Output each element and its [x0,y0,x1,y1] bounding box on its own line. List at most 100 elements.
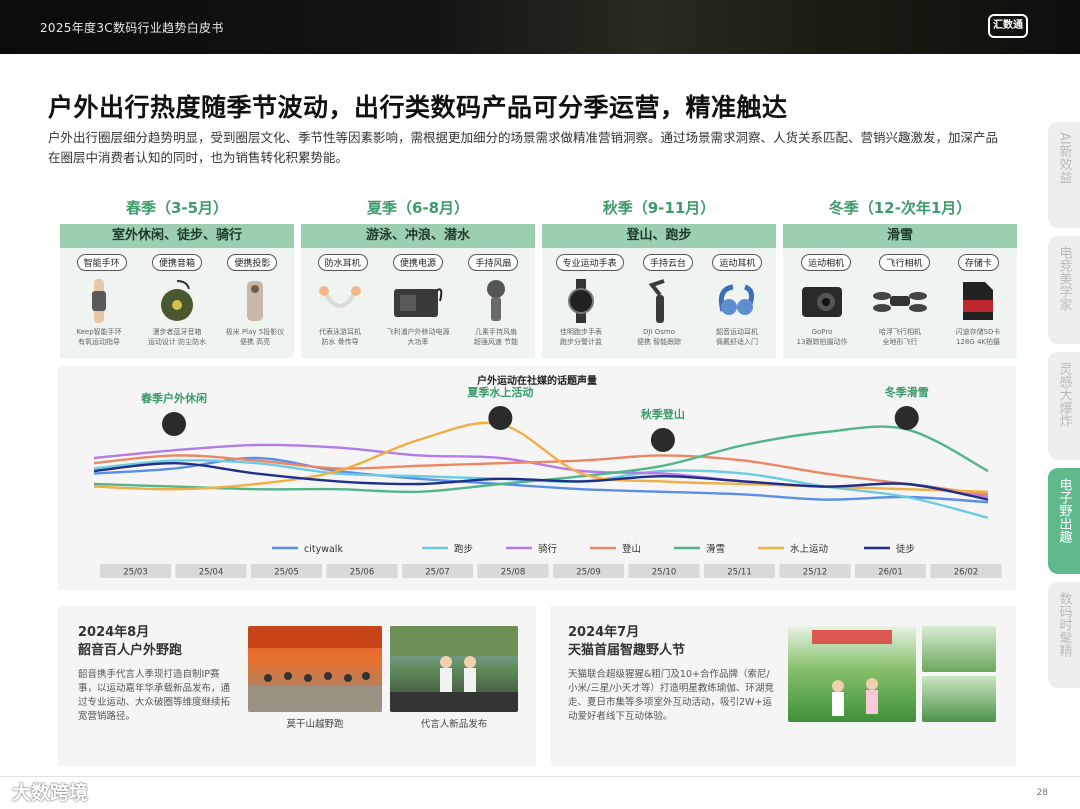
product-caption: 哈浮飞行相机 全地形飞行 [879,328,921,346]
product-card: 哈浮飞行相机 全地形飞行 [863,277,937,347]
legend-label: citywalk [304,544,343,555]
trail-run-photo [248,626,382,712]
legend-label: 水上运动 [790,543,828,555]
season-panel-spring: 室外休闲、徒步、骑行 智能手环 便携音箱 便携投影 Keep智能手环 有氧运动指导… [60,224,294,358]
launch-event-photo [390,626,518,712]
drone-icon [863,277,937,325]
case-card-2: 2024年7月 天猫首届智趣野人节 天猫联合超级猩猩&粗门及10+合作品牌（索尼… [550,606,1016,766]
season-panel-autumn: 登山、跑步 专业运动手表 手持云台 运动耳机 佳明跑步手表 跑步分警计监 DJI … [542,224,776,358]
annotation-label: 冬季滑雪 [885,385,929,399]
tab-fashion[interactable]: 数码时髦精 [1048,582,1080,688]
legend-label: 登山 [622,544,641,555]
product-card: 漫步者蓝牙音箱 运动设计 防尘防水 [140,277,214,347]
sd-card-icon [941,277,1015,325]
photo-caption: 代言人新品发布 [420,719,488,730]
product-caption: 佳明跑步手表 跑步分警计监 [560,328,602,346]
festival-poster-photo [788,626,916,722]
product-tag: 便携音箱 [151,254,202,271]
season-label-winter: 冬季（12-次年1月） [828,199,972,217]
season-activities: 登山、跑步 [542,224,776,248]
header-bar: 2025年度3C数码行业趋势白皮书 汇数通 [0,0,1080,54]
case-title: 韶音百人户外野跑 [78,643,183,658]
product-caption: 闪迪存储SD卡 128G 4K拍摄 [955,328,1001,346]
product-caption: 代表泳游耳机 防水 骨传导 [319,328,361,346]
legend-label: 徒步 [896,543,915,555]
bone-earphone-icon [303,277,377,325]
page-title: 户外出行热度随季节波动，出行类数码产品可分季运营，精准触达 [48,93,788,122]
product-card: DJI Osmo 便携 智能跟踪 [622,277,696,347]
legend-label: 骑行 [538,543,558,555]
x-tick-label: 25/07 [425,568,450,578]
mascot-cat-icon [894,406,919,430]
footer-watermark: 大数跨境 [12,782,89,804]
product-tag: 专业运动手表 [555,254,624,271]
case-date: 2024年7月 [568,625,640,640]
x-tick-label: 26/02 [954,568,979,578]
product-card: 飞利浦户外移动电源 大功率 [381,277,455,347]
product-tag: 手持风扇 [468,254,519,271]
power-bank-icon [381,277,455,325]
season-label-summer: 夏季（6-8月） [366,199,470,217]
product-tag: 运动相机 [801,254,852,271]
product-caption: GoPro 13跟踪拍摄动作 [796,328,848,346]
product-card: 韶音运动耳机 佩戴舒适入门 [700,277,774,347]
product-caption: 几素手持风扇 超强风速 节能 [473,328,519,346]
product-caption: 韶音运动耳机 佩戴舒适入门 [716,328,758,346]
annotation-2: 秋季登山 [641,407,685,452]
case-card-1: 2024年8月 韶音百人户外野跑 韶音携手代言人季现打造自制IP赛事，以运动嘉年… [58,606,536,766]
legend-label: 跑步 [454,543,473,555]
chart-panel: 户外运动在社媒的话题声量 春季户外休闲 夏季水上活动 秋季登山 冬季滑雪 citywa… [58,366,1016,590]
product-card: Keep智能手环 有氧运动指导 [62,277,136,347]
product-tag: 运动耳机 [712,254,763,271]
mascot-cat-icon [488,406,513,430]
season-label-autumn: 秋季（9-11月） [602,199,716,217]
x-tick-label: 25/05 [274,568,299,578]
case-date: 2024年8月 [78,625,150,640]
product-caption: Keep智能手环 有氧运动指导 [76,328,122,346]
product-caption: 飞利浦户外移动电源 大功率 [386,328,450,346]
product-tag: 防水耳机 [317,254,368,271]
band-icon [62,277,136,325]
product-card: GoPro 13跟踪拍摄动作 [785,277,859,347]
x-tick-label: 25/12 [803,568,828,578]
product-card: 代表泳游耳机 防水 骨传导 [303,277,377,347]
speaker-icon [140,277,214,325]
product-tag: 便携电源 [392,254,443,271]
product-tag: 飞行相机 [879,254,930,271]
product-caption: 极米 Play 5投影仪 便携 高亮 [225,328,285,346]
product-card: 佳明跑步手表 跑步分警计监 [544,277,618,347]
x-tick-label: 25/04 [199,568,224,578]
season-activities: 滑雪 [783,224,1017,248]
x-tick-label: 25/03 [123,568,148,578]
event-collage-photo-2 [922,676,996,722]
brand-logo: 汇数通 [988,14,1028,38]
annotation-label: 秋季登山 [641,407,685,421]
legend-label: 滑雪 [706,544,725,555]
x-tick-label: 25/10 [652,568,677,578]
product-caption: 漫步者蓝牙音箱 运动设计 防尘防水 [147,328,207,346]
product-tag: 便携投影 [227,254,278,271]
tab-inspiration[interactable]: 灵感大爆炸 [1048,352,1080,460]
report-title: 2025年度3C数码行业趋势白皮书 [40,21,224,35]
product-caption: DJI Osmo 便携 智能跟踪 [636,328,682,346]
event-collage-photo-1 [922,626,996,672]
x-tick-label: 25/06 [350,568,375,578]
photo-caption: 莫干山越野跑 [286,719,344,730]
page-number: 28 [1036,788,1048,798]
annotation-label: 春季户外休闲 [141,391,207,405]
season-panel-winter: 滑雪 运动相机 飞行相机 存储卡 GoPro 13跟踪拍摄动作 哈浮飞行相机 全地形… [783,224,1017,358]
product-tag: 存储卡 [957,254,999,271]
product-tag: 智能手环 [76,254,127,271]
line-chart: 户外运动在社媒的话题声量 春季户外休闲 夏季水上活动秋季登山冬季滑雪 citywa… [93,374,1002,578]
action-camera-icon [785,277,859,325]
mascot-cat-icon [650,428,675,452]
tab-outdoor[interactable]: 电子野出趣 [1048,468,1080,574]
product-tag: 手持云台 [642,254,693,271]
season-label-spring: 春季（3-5月） [125,199,229,217]
tab-esports[interactable]: 电竞美学家 [1048,236,1080,344]
tab-ai[interactable]: AI新效益 [1048,122,1080,228]
projector-icon [218,277,292,325]
page-description: 户外出行圈层细分趋势明显，受到圈层文化、季节性等因素影响，需根据更加细分的场景需… [48,130,999,165]
watch-icon [544,277,618,325]
annotation-label: 夏季水上活动 [467,385,533,399]
